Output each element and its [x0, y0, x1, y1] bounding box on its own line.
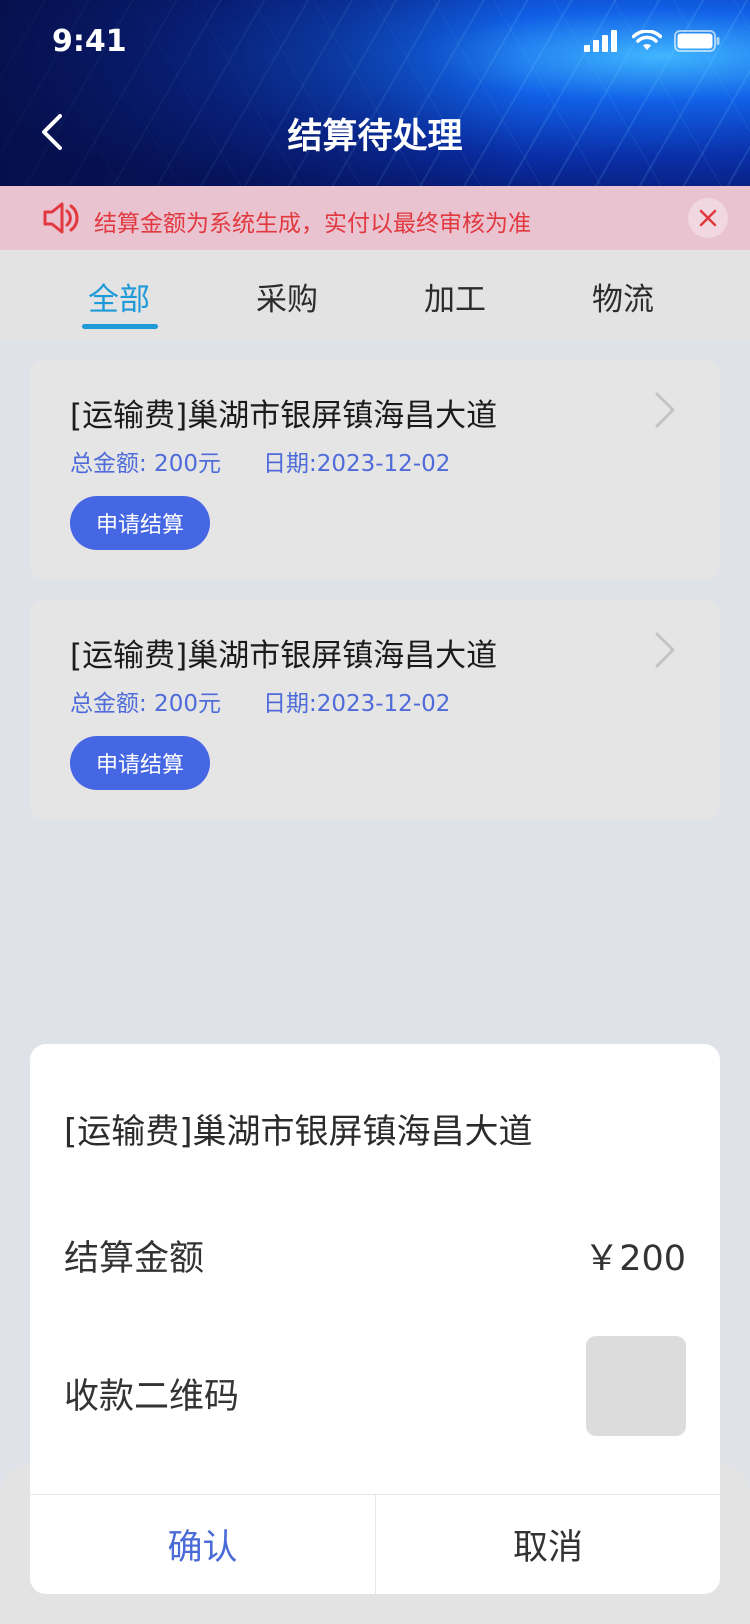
settlement-card[interactable]: [运输费]巢湖市银屏镇海昌大道 总金额: 200元 日期:2023-12-02 … — [30, 600, 720, 820]
header: 9:41 结算待处理 — [0, 0, 750, 186]
close-icon — [699, 209, 717, 227]
battery-icon — [674, 30, 720, 52]
status-time: 9:41 — [52, 24, 127, 59]
card-title: [运输费]巢湖市银屏镇海昌大道 — [70, 638, 498, 674]
tab-processing[interactable]: 加工 — [424, 274, 486, 319]
modal-title: [运输费]巢湖市银屏镇海昌大道 — [64, 1112, 533, 1152]
notice-text: 结算金额为系统生成，实付以最终审核为准 — [94, 211, 531, 237]
card-meta: 总金额: 200元 日期:2023-12-02 — [70, 684, 450, 718]
tab-bar: 全部 采购 加工 物流 — [0, 250, 750, 340]
chevron-right-icon[interactable] — [652, 630, 678, 670]
qr-label: 收款二维码 — [64, 1377, 240, 1417]
settlement-modal: [运输费]巢湖市银屏镇海昌大道 结算金额 ￥200 收款二维码 确认 取消 — [30, 1044, 720, 1594]
card-amount: 总金额: 200元 — [70, 691, 221, 717]
status-icons — [584, 30, 720, 52]
apply-settlement-button[interactable]: 申请结算 — [70, 496, 210, 550]
speaker-icon — [43, 202, 79, 234]
tab-active-indicator — [82, 324, 158, 329]
chevron-right-icon[interactable] — [652, 390, 678, 430]
notice-bar: 结算金额为系统生成，实付以最终审核为准 — [0, 186, 750, 250]
amount-label: 结算金额 — [64, 1239, 205, 1279]
card-date: 日期:2023-12-02 — [262, 451, 451, 477]
card-title: [运输费]巢湖市银屏镇海昌大道 — [70, 398, 498, 434]
tab-all[interactable]: 全部 — [88, 274, 150, 319]
signal-icon — [584, 30, 617, 52]
wifi-icon — [632, 30, 662, 50]
apply-settlement-button[interactable]: 申请结算 — [70, 736, 210, 790]
page-title: 结算待处理 — [287, 117, 463, 157]
card-meta: 总金额: 200元 日期:2023-12-02 — [70, 444, 450, 478]
cancel-button[interactable]: 取消 — [376, 1495, 720, 1594]
settlement-card[interactable]: [运输费]巢湖市银屏镇海昌大道 总金额: 200元 日期:2023-12-02 … — [30, 360, 720, 580]
qr-code-upload[interactable] — [586, 1336, 686, 1436]
amount-value: ￥200 — [584, 1239, 686, 1279]
notice-close-button[interactable] — [688, 198, 728, 238]
card-date: 日期:2023-12-02 — [262, 691, 451, 717]
tab-logistics[interactable]: 物流 — [592, 274, 654, 319]
confirm-button[interactable]: 确认 — [30, 1495, 375, 1594]
card-amount: 总金额: 200元 — [70, 451, 221, 477]
tab-purchase[interactable]: 采购 — [256, 274, 318, 319]
